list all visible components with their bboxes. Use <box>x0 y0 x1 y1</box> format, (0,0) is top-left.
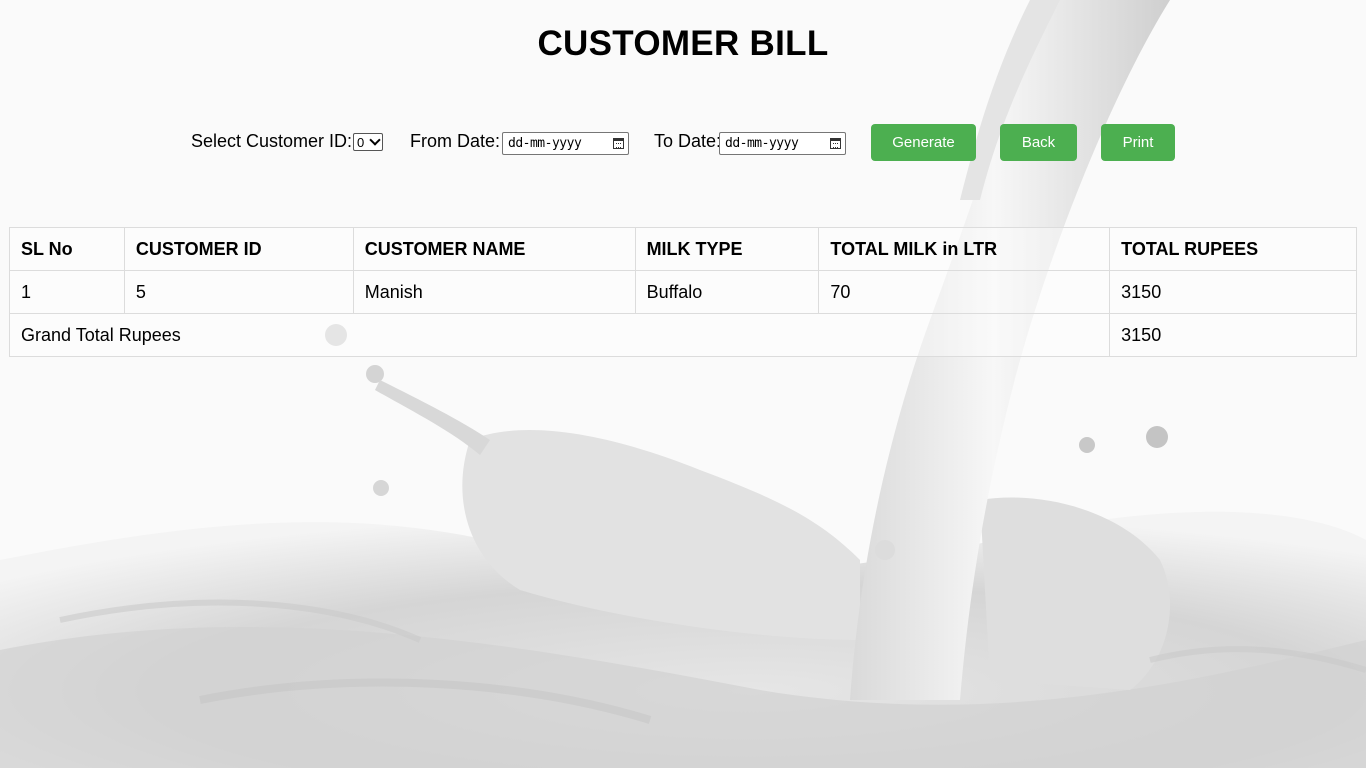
cell-total-milk: 70 <box>818 270 1111 314</box>
to-date-placeholder: dd-mm-yyyy <box>725 136 799 151</box>
header-customer-name: CUSTOMER NAME <box>352 227 636 271</box>
calendar-icon[interactable] <box>613 138 624 149</box>
to-date-label: To Date: <box>654 131 722 151</box>
back-button[interactable]: Back <box>1000 124 1077 161</box>
from-date-placeholder: dd-mm-yyyy <box>508 136 582 151</box>
milk-splash-background <box>0 0 1366 768</box>
page-title: CUSTOMER BILL <box>537 24 829 63</box>
grand-total-label: Grand Total Rupees <box>8 313 1111 357</box>
cell-total-rupees: 3150 <box>1109 270 1357 314</box>
table-header-row: SL No CUSTOMER ID CUSTOMER NAME MILK TYP… <box>9 227 1357 271</box>
header-sl-no: SL No <box>9 227 125 271</box>
generate-button[interactable]: Generate <box>871 124 976 161</box>
customer-id-select[interactable]: 0 <box>353 133 383 151</box>
cell-milk-type: Buffalo <box>634 270 820 314</box>
cell-customer-id: 5 <box>123 270 354 314</box>
from-date-input[interactable]: dd-mm-yyyy <box>502 132 629 155</box>
print-button[interactable]: Print <box>1101 124 1175 161</box>
calendar-icon[interactable] <box>830 138 841 149</box>
chevron-down-icon <box>369 134 381 146</box>
from-date-label: From Date: <box>410 131 501 151</box>
bill-table: SL No CUSTOMER ID CUSTOMER NAME MILK TYP… <box>8 227 1357 357</box>
grand-total-row: Grand Total Rupees 3150 <box>8 313 1357 357</box>
cell-customer-name: Manish <box>352 270 636 314</box>
table-row: 1 5 Manish Buffalo 70 3150 <box>9 270 1357 314</box>
customer-id-value: 0 <box>357 135 365 150</box>
header-customer-id: CUSTOMER ID <box>123 227 354 271</box>
cell-sl-no: 1 <box>9 270 125 314</box>
customer-id-label: Select Customer ID: <box>191 131 353 151</box>
header-total-rupees: TOTAL RUPEES <box>1109 227 1357 271</box>
grand-total-value: 3150 <box>1109 313 1357 357</box>
header-milk-type: MILK TYPE <box>634 227 820 271</box>
to-date-input[interactable]: dd-mm-yyyy <box>719 132 846 155</box>
header-total-milk: TOTAL MILK in LTR <box>818 227 1111 271</box>
